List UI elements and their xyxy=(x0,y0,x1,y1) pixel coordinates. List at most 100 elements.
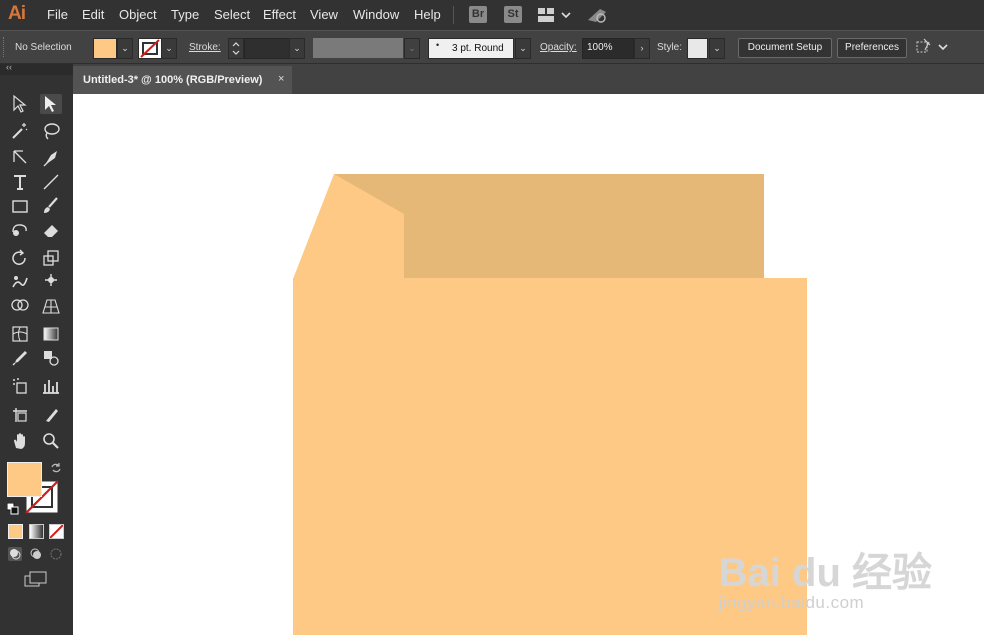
fill-swatch[interactable] xyxy=(93,38,117,59)
pen-tool[interactable] xyxy=(9,148,31,168)
illustrator-logo: Ai xyxy=(8,3,26,24)
stroke-weight-dropdown[interactable]: ⌄ xyxy=(289,38,305,59)
hand-tool[interactable] xyxy=(9,431,31,451)
menu-type[interactable]: Type xyxy=(171,7,199,22)
stroke-weight-field[interactable] xyxy=(244,38,290,59)
fill-color-front[interactable] xyxy=(7,462,42,497)
default-fill-stroke-icon[interactable] xyxy=(6,502,19,520)
menu-effect[interactable]: Effect xyxy=(263,7,296,22)
bridge-button[interactable]: Br xyxy=(469,6,487,23)
slice-tool[interactable] xyxy=(40,405,62,425)
line-segment-tool[interactable] xyxy=(40,172,62,192)
brush-definition-field[interactable]: • 3 pt. Round xyxy=(428,38,514,59)
mesh-tool[interactable] xyxy=(9,324,31,344)
hand-icon xyxy=(14,433,25,449)
paintbrush-tool[interactable] xyxy=(40,196,62,216)
opacity-flyout-button[interactable]: › xyxy=(634,38,650,59)
menu-help[interactable]: Help xyxy=(414,7,441,22)
fill-dropdown[interactable]: ⌄ xyxy=(117,38,133,59)
symbol-sprayer-tool[interactable] xyxy=(9,376,31,396)
blend-tool[interactable] xyxy=(40,348,62,368)
graphic-style-swatch[interactable] xyxy=(687,38,708,59)
shaper-tool[interactable] xyxy=(9,220,31,240)
watermark-url: jingyan.baidu.com xyxy=(718,593,865,612)
selection-tool[interactable] xyxy=(9,94,31,114)
watermark-logo-text: Bai du 经验 xyxy=(718,551,932,595)
brush-dropdown[interactable]: ⌄ xyxy=(515,38,531,59)
artboard-tool[interactable] xyxy=(9,405,31,425)
document-setup-button[interactable]: Document Setup xyxy=(738,38,832,58)
stock-button[interactable]: St xyxy=(504,6,522,23)
selection-status: No Selection xyxy=(15,42,72,53)
type-icon xyxy=(14,175,26,190)
warp-tool[interactable] xyxy=(9,272,31,292)
gradient-mode-button[interactable] xyxy=(29,524,44,539)
none-mode-button[interactable] xyxy=(49,524,64,539)
lasso-tool[interactable] xyxy=(40,121,62,141)
eyedropper-tool[interactable] xyxy=(9,348,31,368)
zoom-tool[interactable] xyxy=(40,431,62,451)
variable-width-dropdown[interactable]: ⌄ xyxy=(404,38,420,59)
artboard-icon xyxy=(13,408,27,422)
graphic-style-dropdown[interactable]: ⌄ xyxy=(709,38,725,59)
menu-select[interactable]: Select xyxy=(214,7,250,22)
symbol-sprayer-icon xyxy=(13,378,27,394)
magic-wand-tool[interactable] xyxy=(9,121,31,141)
workspace-layout-icon[interactable] xyxy=(537,7,571,28)
control-bar: No Selection ⌄ ⌄ Stroke: ⌄ ⌄ • 3 pt. Rou… xyxy=(0,31,984,64)
rotate-icon xyxy=(12,249,26,265)
variable-width-profile[interactable] xyxy=(313,38,403,58)
scale-tool[interactable] xyxy=(40,248,62,268)
close-icon[interactable]: × xyxy=(278,73,284,85)
baidu-watermark: Bai du 经验 jingyan.baidu.com xyxy=(719,553,932,613)
stroke-label[interactable]: Stroke: xyxy=(189,42,221,53)
preferences-button[interactable]: Preferences xyxy=(837,38,907,58)
collapse-icon[interactable]: ‹‹ xyxy=(6,62,12,72)
arrange-documents-icon[interactable] xyxy=(915,38,949,61)
shaper-icon xyxy=(12,224,27,236)
opacity-field[interactable]: 100% xyxy=(582,38,634,59)
gradient-tool[interactable] xyxy=(40,324,62,344)
artboard-canvas[interactable]: Bai du 经验 jingyan.baidu.com xyxy=(73,94,984,635)
magic-wand-icon xyxy=(12,123,28,139)
opacity-label[interactable]: Opacity: xyxy=(540,42,577,53)
line-segment-icon xyxy=(43,174,59,190)
zoom-icon xyxy=(43,433,59,449)
shape-builder-tool[interactable] xyxy=(9,296,31,316)
rotate-tool[interactable] xyxy=(9,248,31,268)
stroke-dropdown[interactable]: ⌄ xyxy=(161,38,177,59)
lasso-icon xyxy=(44,123,60,140)
gpu-performance-icon[interactable] xyxy=(586,6,610,29)
eraser-icon xyxy=(44,225,58,237)
column-graph-tool[interactable] xyxy=(40,376,62,396)
brush-dot-icon: • xyxy=(436,40,440,50)
perspective-grid-tool[interactable] xyxy=(40,296,62,316)
puppet-warp-tool[interactable] xyxy=(40,272,62,292)
document-tab[interactable]: Untitled-3* @ 100% (RGB/Preview) × xyxy=(73,66,292,94)
blend-icon xyxy=(44,351,59,366)
rectangle-tool[interactable] xyxy=(9,196,31,216)
type-tool[interactable] xyxy=(9,172,31,192)
document-tab-title: Untitled-3* @ 100% (RGB/Preview) xyxy=(83,74,263,86)
menu-object[interactable]: Object xyxy=(119,7,157,22)
menu-window[interactable]: Window xyxy=(353,7,399,22)
menu-edit[interactable]: Edit xyxy=(82,7,104,22)
stroke-swatch[interactable] xyxy=(138,38,162,59)
menu-file[interactable]: File xyxy=(47,7,68,22)
screen-mode-button[interactable] xyxy=(24,571,48,594)
draw-behind-button[interactable] xyxy=(29,547,43,566)
draw-inside-button[interactable] xyxy=(49,547,63,566)
eraser-tool[interactable] xyxy=(40,220,62,240)
tools-panel-header[interactable]: ‹‹ xyxy=(0,62,73,75)
style-label: Style: xyxy=(657,42,683,53)
none-slash-icon xyxy=(140,39,160,58)
menu-view[interactable]: View xyxy=(310,7,338,22)
draw-normal-button[interactable] xyxy=(8,547,22,561)
color-mode-button[interactable] xyxy=(8,524,23,539)
selection-icon xyxy=(13,94,27,113)
swap-fill-stroke-icon[interactable] xyxy=(50,461,62,479)
control-bar-grip[interactable] xyxy=(3,37,7,57)
curvature-tool[interactable] xyxy=(40,148,62,168)
direct-selection-tool[interactable] xyxy=(40,94,62,114)
stroke-weight-stepper[interactable] xyxy=(228,38,244,59)
